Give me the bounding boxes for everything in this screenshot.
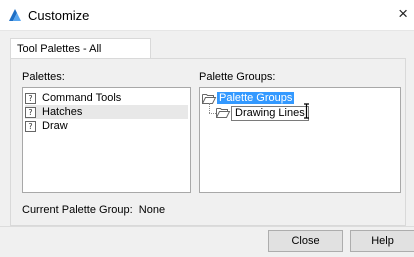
tree-node-palette-groups[interactable]: Palette Groups <box>202 91 295 105</box>
palette-item-label: Hatches <box>42 106 83 118</box>
help-button[interactable]: Help <box>350 230 414 252</box>
palette-groups-tree[interactable]: Palette Groups Drawing Lines <box>199 87 401 193</box>
tree-connector <box>209 103 210 113</box>
current-group-value: None <box>138 204 166 216</box>
folder-open-icon <box>202 93 217 104</box>
text-cursor-icon <box>304 103 309 119</box>
palettes-label: Palettes: <box>22 71 65 83</box>
folder-open-icon <box>216 108 231 118</box>
tree-connector <box>209 113 216 114</box>
unknown-palette-icon: ? <box>25 120 36 132</box>
tab-tool-palettes-all[interactable]: Tool Palettes - All Palettes <box>10 38 151 76</box>
unknown-palette-icon: ? <box>25 106 36 118</box>
customize-dialog: Customize × Tool Palettes - All Palettes… <box>0 0 414 257</box>
palette-item-label: Command Tools <box>42 92 122 104</box>
palette-item-hatches[interactable]: ? Hatches <box>25 105 188 119</box>
close-button[interactable]: Close <box>268 230 343 252</box>
rename-edit-field[interactable]: Drawing Lines <box>231 106 309 121</box>
palette-item-label: Draw <box>42 120 68 132</box>
palette-item-command-tools[interactable]: ? Command Tools <box>25 91 188 105</box>
title-bar[interactable]: Customize × <box>0 0 414 31</box>
palette-item-draw[interactable]: ? Draw <box>25 119 188 133</box>
close-window-button[interactable]: × <box>398 4 408 24</box>
palette-groups-label: Palette Groups: <box>199 71 276 83</box>
autocad-logo-icon <box>9 9 21 21</box>
footer-divider <box>0 226 414 227</box>
current-group-label: Current Palette Group: None <box>22 204 165 216</box>
current-group-caption: Current Palette Group: <box>22 204 133 216</box>
tree-node-label: Palette Groups <box>217 92 295 104</box>
unknown-palette-icon: ? <box>25 92 36 104</box>
palettes-list[interactable]: ? Command Tools ? Hatches ? Draw <box>22 87 191 193</box>
window-title: Customize <box>28 8 90 23</box>
tree-node-label: Drawing Lines <box>235 107 305 119</box>
